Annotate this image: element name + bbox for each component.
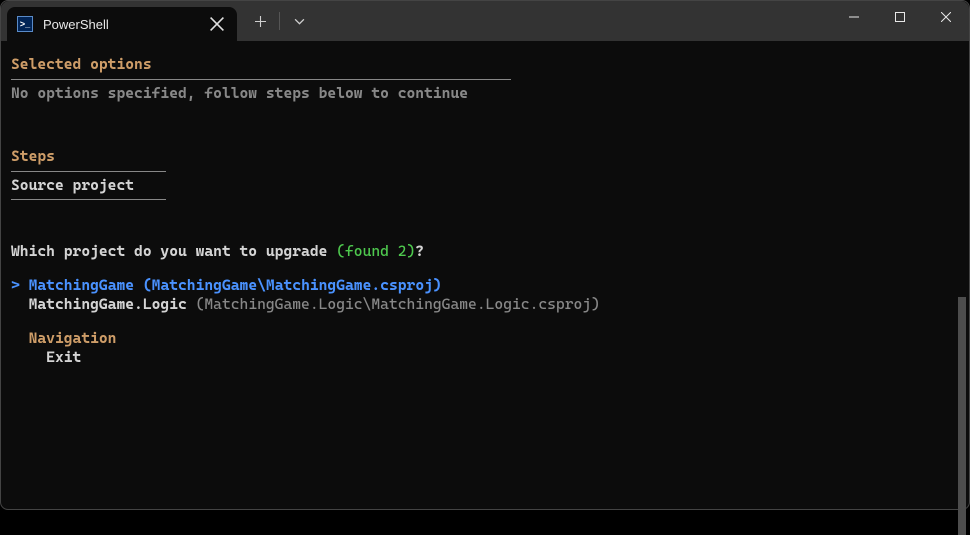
new-tab-button[interactable]: [243, 1, 277, 41]
divider: [279, 12, 280, 30]
minimize-button[interactable]: [831, 1, 877, 33]
prompt-prefix: Which project do you want to upgrade: [11, 242, 336, 260]
terminal-content[interactable]: Selected options No options specified, f…: [1, 41, 969, 509]
tab-actions: [237, 1, 322, 41]
maximize-button[interactable]: [877, 1, 923, 33]
titlebar: >_ PowerShell: [1, 1, 969, 41]
nav-header: Navigation: [11, 329, 959, 349]
option-other-name: MatchingGame.Logic: [29, 295, 187, 313]
tab-powershell[interactable]: >_ PowerShell: [7, 7, 237, 41]
option-selected-path: (MatchingGame\MatchingGame.csproj): [143, 276, 442, 294]
prompt-question: Which project do you want to upgrade (fo…: [11, 242, 959, 262]
titlebar-drag-area[interactable]: [322, 1, 831, 41]
section-selected-options-title: Selected options: [11, 55, 959, 75]
powershell-icon: >_: [17, 16, 33, 32]
steps-body: Source project: [11, 176, 959, 196]
nav-exit[interactable]: Exit: [11, 348, 959, 368]
terminal-window: >_ PowerShell: [0, 0, 970, 510]
prompt-found-count: (found 2): [336, 242, 415, 260]
option-other-path: (MatchingGame.Logic\MatchingGame.Logic.c…: [196, 295, 600, 313]
scrollbar-thumb[interactable]: [958, 297, 966, 535]
section-steps-title: Steps: [11, 147, 959, 167]
close-window-button[interactable]: [923, 1, 969, 33]
divider: [11, 79, 511, 80]
selected-options-body: No options specified, follow steps below…: [11, 84, 959, 104]
window-controls: [831, 1, 969, 41]
tab-close-button[interactable]: [209, 16, 225, 32]
tab-title: PowerShell: [43, 17, 199, 32]
divider: [11, 171, 166, 172]
option-selected[interactable]: > MatchingGame (MatchingGame\MatchingGam…: [11, 276, 959, 296]
prompt-suffix: ?: [415, 242, 424, 260]
option-selected-name: MatchingGame: [29, 276, 134, 294]
option-other[interactable]: MatchingGame.Logic (MatchingGame.Logic\M…: [11, 295, 959, 315]
divider: [11, 199, 166, 200]
tab-dropdown-button[interactable]: [282, 1, 316, 41]
